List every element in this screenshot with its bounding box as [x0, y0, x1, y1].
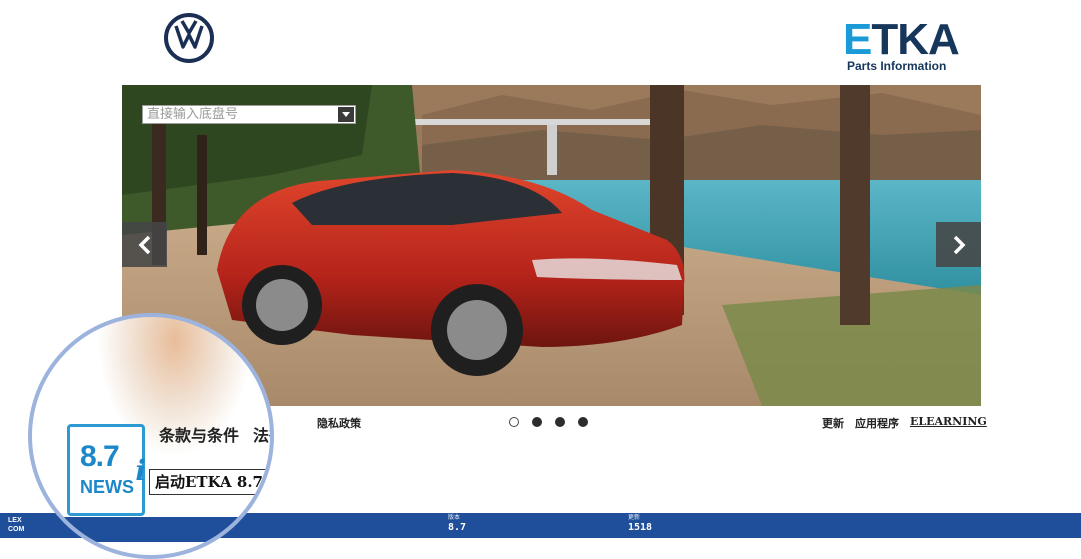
lexcom-logo: LEX COM: [8, 517, 25, 533]
carousel-dot-3[interactable]: [555, 417, 565, 427]
elearning-link[interactable]: ELEARNING: [910, 415, 987, 431]
vw-logo: [163, 12, 215, 64]
carousel-dot-4[interactable]: [578, 417, 588, 427]
chevron-left-icon: [138, 235, 150, 254]
legal-link[interactable]: 法律声明: [253, 422, 270, 446]
chassis-number-input[interactable]: [143, 106, 337, 123]
carousel-dots: [509, 417, 588, 427]
apps-link[interactable]: 应用程序: [855, 415, 899, 431]
version-label: 版本: [448, 514, 461, 521]
etka-subtitle: Parts Information: [847, 59, 947, 73]
carousel-dot-2[interactable]: [532, 417, 542, 427]
right-links: 更新 应用程序 ELEARNING: [822, 415, 987, 431]
updates-link[interactable]: 更新: [822, 415, 844, 431]
etka-logo: ETKA Parts Information: [843, 18, 968, 76]
update-value: 1518: [628, 522, 653, 533]
status-version: 版本 8.7: [448, 514, 466, 534]
etka-title: ETKA: [843, 15, 960, 64]
zoom-callout: 条款与条件 法律声明 8.7 i NEWS 启动ETKA 8.7介绍: [28, 313, 274, 559]
carousel-dot-1[interactable]: [509, 417, 519, 427]
version-value: 8.7: [448, 522, 467, 533]
chassis-number-combo[interactable]: [142, 105, 356, 124]
footer-links: 隐私政策: [317, 415, 361, 431]
news-badge[interactable]: 8.7 i NEWS: [67, 424, 146, 516]
chevron-down-icon: [342, 112, 350, 117]
zoom-status-bar: [32, 517, 270, 542]
carousel-prev-button[interactable]: [122, 222, 167, 267]
news-label: NEWS: [80, 477, 134, 497]
privacy-link[interactable]: 隐私政策: [317, 415, 361, 431]
terms-link[interactable]: 条款与条件: [159, 422, 239, 446]
chassis-dropdown-button[interactable]: [338, 107, 354, 122]
news-version: 8.7: [80, 440, 120, 473]
info-icon: i: [135, 454, 146, 487]
update-label: 更新: [628, 514, 641, 521]
news-tooltip: 启动ETKA 8.7介绍: [149, 469, 270, 495]
status-update: 更新 1518: [628, 514, 652, 534]
chevron-right-icon: [953, 235, 965, 254]
zoom-footer-links: 条款与条件 法律声明: [159, 422, 270, 446]
carousel-next-button[interactable]: [936, 222, 981, 267]
